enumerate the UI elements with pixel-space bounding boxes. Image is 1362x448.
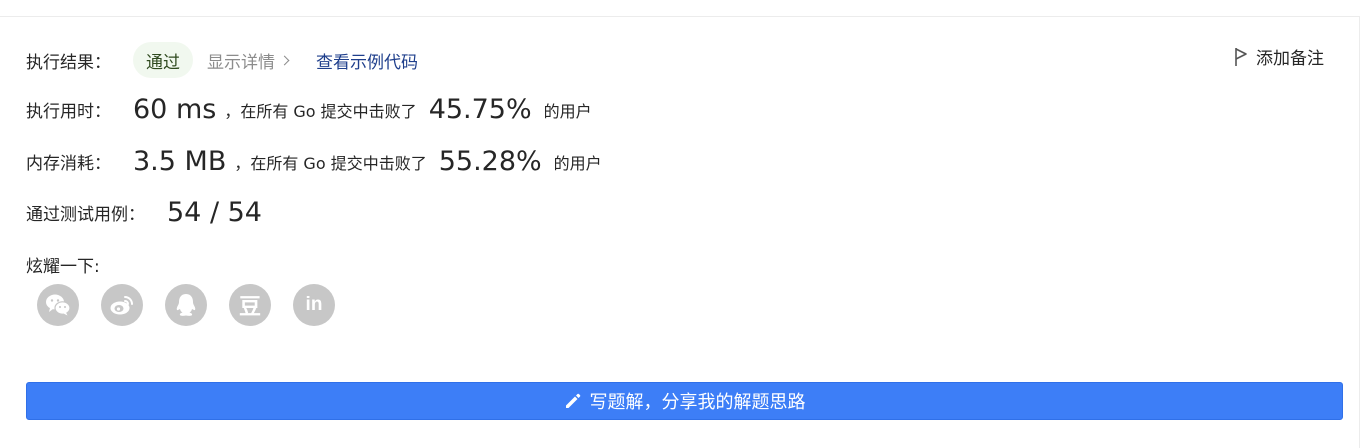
memory-beat-text: ，在所有 Go 提交中击败了 [234, 153, 427, 173]
testcases-value: 54 / 54 [167, 197, 262, 228]
weibo-icon [110, 296, 133, 315]
memory-label: 内存消耗： [26, 154, 111, 174]
view-sample-code-link[interactable]: 查看示例代码 [316, 48, 418, 73]
runtime-row: 执行用时： 60 ms ，在所有 Go 提交中击败了 45.75% 的用户 [26, 94, 592, 125]
result-row: 执行结果： 通过 显示详情 查看示例代码 [26, 42, 418, 78]
memory-percent: 55.28% [438, 146, 542, 177]
runtime-beat-text: ，在所有 Go 提交中击败了 [224, 101, 417, 121]
flag-icon [1235, 47, 1247, 66]
add-note-button[interactable]: 添加备注 [1234, 44, 1324, 69]
share-row-label: 炫耀一下: [26, 252, 100, 277]
runtime-percent: 45.75% [428, 94, 532, 125]
share-weibo-button[interactable] [101, 284, 143, 326]
share-linkedin-button[interactable]: in [293, 284, 335, 326]
share-label: 炫耀一下: [26, 257, 100, 277]
result-label: 执行结果： [26, 52, 111, 73]
memory-value: 3.5 MB [133, 146, 227, 177]
write-solution-label: 写题解，分享我的解题思路 [589, 392, 806, 413]
chevron-right-icon [279, 55, 290, 66]
testcases-label: 通过测试用例： [26, 205, 145, 225]
write-solution-button[interactable]: 写题解，分享我的解题思路 [26, 382, 1343, 420]
share-icons: 豆 in [37, 284, 357, 326]
wechat-icon [46, 294, 71, 316]
douban-icon: 豆 [238, 295, 261, 320]
linkedin-icon: in [305, 294, 323, 315]
testcases-row: 通过测试用例： 54 / 54 [26, 197, 262, 228]
runtime-suffix: 的用户 [543, 101, 592, 121]
show-details-label: 显示详情 [207, 52, 275, 73]
memory-suffix: 的用户 [553, 153, 602, 173]
share-qq-button[interactable] [165, 284, 207, 326]
runtime-value: 60 ms [133, 94, 217, 125]
memory-row: 内存消耗： 3.5 MB ，在所有 Go 提交中击败了 55.28% 的用户 [26, 146, 602, 177]
status-badge: 通过 [133, 42, 193, 78]
share-douban-button[interactable]: 豆 [229, 284, 271, 326]
share-wechat-button[interactable] [37, 284, 79, 326]
runtime-label: 执行用时： [26, 102, 111, 122]
add-note-label: 添加备注 [1256, 49, 1324, 69]
show-details-link[interactable]: 显示详情 [207, 48, 290, 73]
qq-icon [176, 294, 196, 316]
pencil-icon [565, 393, 580, 408]
